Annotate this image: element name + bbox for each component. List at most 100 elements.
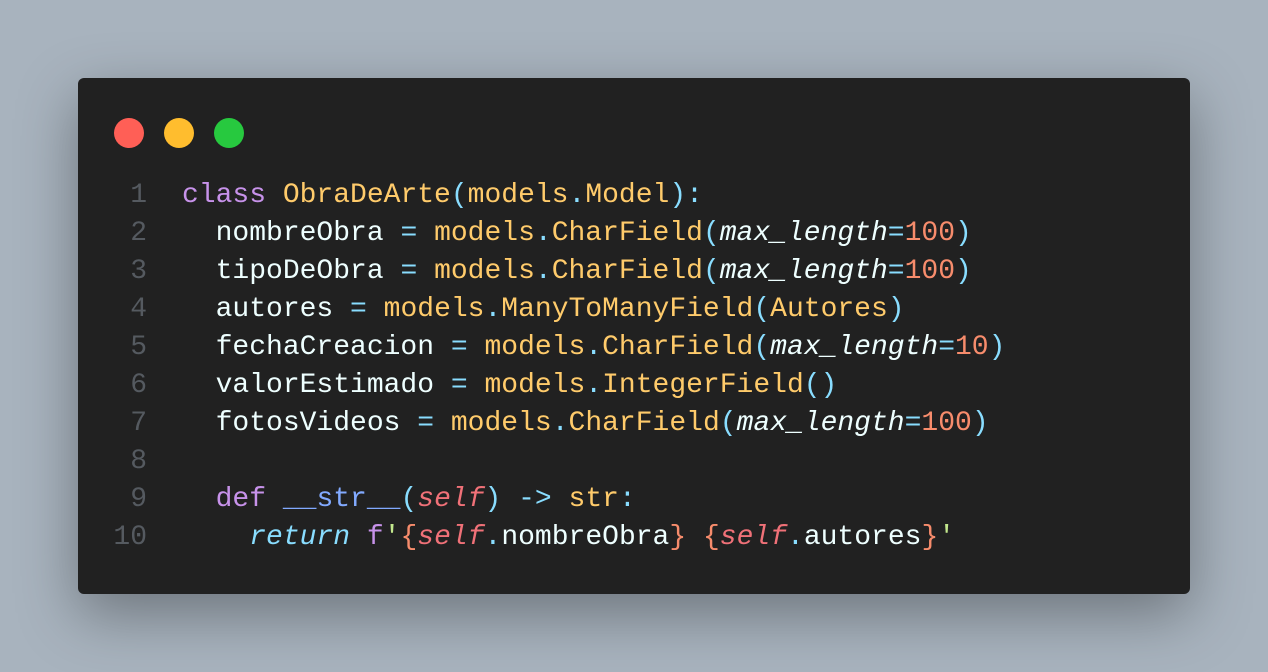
code-token: .: [534, 256, 552, 287]
line-number: 3: [130, 256, 147, 287]
code-token: ): [988, 332, 1006, 363]
code-token: .: [585, 370, 603, 401]
code-token: ): [955, 256, 972, 287]
code-token: .: [484, 522, 502, 553]
code-token: :: [618, 484, 636, 515]
code-token: (: [719, 408, 737, 439]
code-line: 3 tipoDeObra = models.CharField(max_leng…: [78, 253, 1190, 291]
code-token: def: [215, 484, 267, 515]
code-token: models: [383, 294, 485, 325]
line-source: return f'{self.nombreObra} {self.autores…: [182, 519, 955, 557]
code-token: self: [417, 522, 485, 553]
code-token: autores: [182, 294, 351, 325]
code-token: }: [921, 522, 939, 553]
code-token: ): [887, 294, 905, 325]
code-token: valorEstimado: [182, 370, 451, 401]
code-token: (): [803, 370, 838, 401]
line-source: valorEstimado = models.IntegerField(): [182, 367, 838, 405]
line-number: 4: [130, 294, 147, 325]
code-token: .: [585, 332, 603, 363]
code-token: fotosVideos: [182, 408, 418, 439]
code-token: 10: [955, 332, 989, 363]
code-token: ManyToManyField: [501, 294, 754, 325]
code-token: (: [702, 218, 720, 249]
code-token: =: [417, 408, 435, 439]
code-token: (: [450, 180, 468, 211]
code-token: 100: [904, 218, 956, 249]
code-token: =: [887, 256, 905, 287]
code-token: .: [551, 408, 569, 439]
code-line: 5 fechaCreacion = models.CharField(max_l…: [78, 329, 1190, 367]
line-source: tipoDeObra = models.CharField(max_length…: [182, 253, 972, 291]
line-number: 1: [130, 180, 147, 211]
code-token: models: [484, 332, 586, 363]
code-token: ):: [669, 180, 703, 211]
code-token: __str__: [282, 484, 401, 515]
code-token: nombreObra: [182, 218, 401, 249]
line-number: 7: [130, 408, 147, 439]
code-line: 8: [78, 443, 1190, 481]
code-token: models: [434, 256, 535, 287]
line-number: 2: [130, 218, 147, 249]
code-token: models: [484, 370, 586, 401]
code-token: Model: [585, 180, 670, 211]
code-token: models: [434, 218, 535, 249]
code-line: 10 return f'{self.nombreObra} {self.auto…: [78, 519, 1190, 557]
line-number: 9: [130, 484, 147, 515]
code-token: =: [904, 408, 922, 439]
code-token: self: [417, 484, 485, 515]
code-token: CharField: [551, 218, 703, 249]
code-token: str: [568, 484, 619, 515]
code-token: CharField: [602, 332, 754, 363]
code-token: .: [568, 180, 586, 211]
code-token: ': [383, 522, 401, 553]
code-token: (: [702, 256, 720, 287]
code-line: 1 class ObraDeArte(models.Model):: [78, 177, 1190, 215]
code-token: models: [450, 408, 552, 439]
code-token: ): [971, 408, 989, 439]
code-token: fechaCreacion: [182, 332, 451, 363]
code-token: =: [450, 332, 468, 363]
code-token: .: [534, 218, 552, 249]
code-block: 1 class ObraDeArte(models.Model): 2 nombre…: [78, 177, 1190, 557]
code-token: ': [938, 522, 956, 553]
line-number: 8: [130, 446, 147, 477]
code-token: (: [753, 294, 771, 325]
code-line: 7 fotosVideos = models.CharField(max_len…: [78, 405, 1190, 443]
code-token: class: [182, 180, 267, 211]
code-token: max_length: [770, 332, 939, 363]
code-token: =: [400, 218, 418, 249]
code-token: 100: [904, 256, 956, 287]
code-window: 1 class ObraDeArte(models.Model): 2 nombre…: [78, 78, 1190, 594]
minimize-dot-icon: [164, 118, 194, 148]
line-source: autores = models.ManyToManyField(Autores…: [182, 291, 905, 329]
code-token: max_length: [719, 256, 888, 287]
code-line: 9 def __str__(self) -> str:: [78, 481, 1190, 519]
code-token: =: [887, 218, 905, 249]
line-source: class ObraDeArte(models.Model):: [182, 177, 703, 215]
code-token: return: [249, 522, 351, 553]
code-token: =: [400, 256, 418, 287]
code-token: tipoDeObra: [182, 256, 401, 287]
code-token: CharField: [568, 408, 720, 439]
code-token: ): [955, 218, 972, 249]
line-source: nombreObra = models.CharField(max_length…: [182, 215, 972, 253]
code-token: }: [669, 522, 687, 553]
code-token: (: [753, 332, 771, 363]
code-token: ->: [518, 484, 552, 515]
code-line: 2 nombreObra = models.CharField(max_leng…: [78, 215, 1190, 253]
code-token: autores: [803, 522, 922, 553]
code-token: IntegerField: [602, 370, 804, 401]
close-dot-icon: [114, 118, 144, 148]
